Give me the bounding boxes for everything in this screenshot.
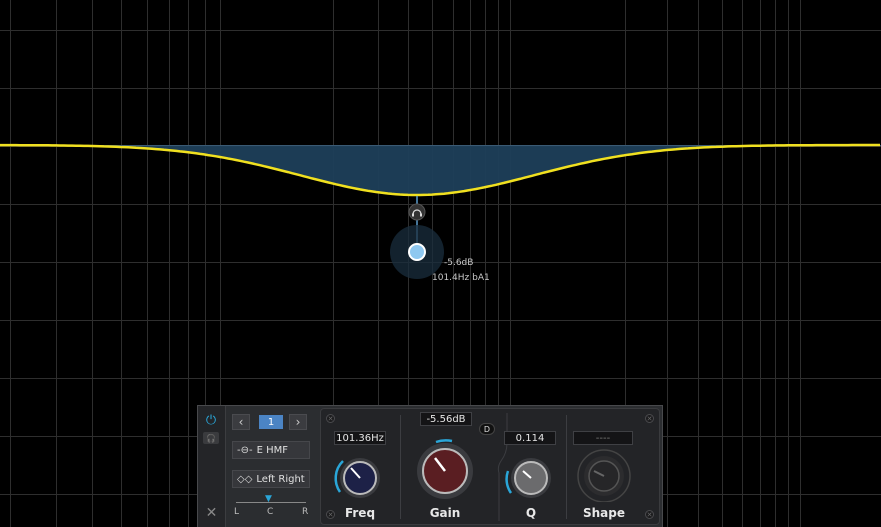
- gain-knob[interactable]: [407, 433, 483, 503]
- shape-knob: [577, 449, 631, 502]
- filter-type-label: E HMF: [256, 444, 289, 456]
- next-band-button[interactable]: ›: [289, 414, 307, 430]
- side-toolbar: ⏻ 🎧 ✕: [198, 406, 226, 527]
- filter-type-button[interactable]: -⊖- E HMF: [232, 441, 310, 459]
- gain-label: Gain: [429, 506, 461, 520]
- knob-section: ✕ ✕ ✕ ✕ 101.36Hz -5.56dB 0.114 ---- D Fr…: [320, 408, 660, 525]
- stereo-icon: ◇◇: [237, 473, 253, 485]
- band-control-panel: ⏻ 🎧 ✕ ‹ 1 › -⊖- E HMF ◇◇ Left Right ▼ L …: [197, 405, 663, 527]
- headphones-icon: 🎧: [206, 433, 216, 443]
- pan-slider[interactable]: ▼ L C R: [232, 492, 310, 522]
- filter-shape-icon: -⊖-: [237, 444, 253, 456]
- close-icon: ✕: [205, 505, 218, 521]
- prev-band-button[interactable]: ‹: [232, 414, 250, 430]
- power-icon: ⏻: [205, 412, 217, 428]
- pan-right-label: R: [302, 507, 309, 517]
- band-point-handle[interactable]: [408, 243, 426, 261]
- gain-value-display[interactable]: -5.56dB: [420, 412, 472, 426]
- screw-icon: ✕: [645, 414, 654, 423]
- band-settings: ‹ 1 › -⊖- E HMF ◇◇ Left Right ▼ L C R: [226, 406, 318, 527]
- divider: [400, 415, 401, 519]
- q-knob[interactable]: [501, 447, 561, 503]
- band-number[interactable]: 1: [259, 415, 283, 429]
- shape-label: Shape: [582, 506, 625, 520]
- q-value-display[interactable]: 0.114: [504, 431, 556, 445]
- pan-center-label: C: [267, 507, 274, 517]
- divider: [566, 415, 567, 519]
- chevron-right-icon: ›: [295, 415, 301, 429]
- point-gain-readout: -5.6dB: [444, 258, 474, 268]
- pan-left-label: L: [234, 507, 240, 517]
- channel-mode-button[interactable]: ◇◇ Left Right: [232, 470, 310, 488]
- band-listen-icon[interactable]: [408, 203, 426, 221]
- listen-button[interactable]: 🎧: [203, 432, 219, 444]
- freq-knob[interactable]: [330, 447, 390, 503]
- freq-value-display[interactable]: 101.36Hz: [334, 431, 386, 445]
- screw-icon: ✕: [326, 414, 335, 423]
- point-freq-readout: 101.4Hz bA1: [432, 273, 490, 283]
- shape-value-display: ----: [573, 431, 633, 445]
- freq-label: Freq: [344, 506, 376, 520]
- eq-curve-fill: [0, 145, 881, 195]
- close-band-button[interactable]: ✕: [201, 503, 222, 523]
- channel-mode-label: Left Right: [256, 473, 305, 485]
- screw-icon: ✕: [645, 510, 654, 519]
- band-power-button[interactable]: ⏻: [203, 412, 219, 428]
- q-label: Q: [525, 506, 537, 520]
- chevron-left-icon: ‹: [238, 415, 244, 429]
- pan-thumb[interactable]: ▼: [265, 494, 272, 504]
